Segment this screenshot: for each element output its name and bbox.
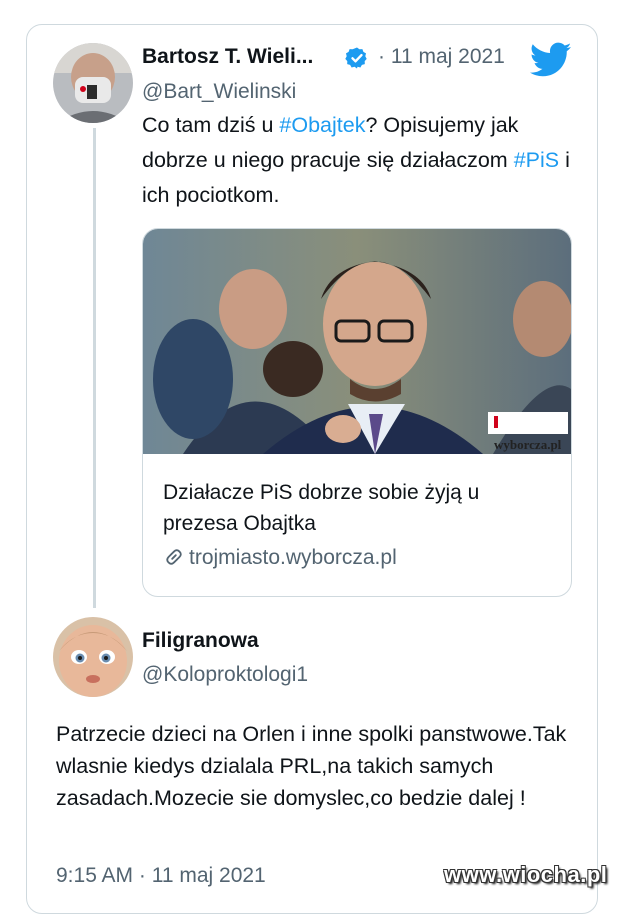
link-card-domain[interactable]: trojmiasto.wyborcza.pl <box>163 546 397 570</box>
site-watermark: www.wiocha.pl <box>444 862 608 887</box>
hashtag-obajtek[interactable]: #Obajtek <box>279 113 365 137</box>
author-handle[interactable]: @Bart_Wielinski <box>142 80 296 104</box>
reply-author-avatar[interactable] <box>53 617 133 697</box>
hashtag-pis[interactable]: #PiS <box>514 148 559 172</box>
reply-author-handle[interactable]: @Koloproktologi1 <box>142 663 308 687</box>
author-name[interactable]: Bartosz T. Wieli... <box>142 45 313 69</box>
image-source-label: wyborcza.pl <box>494 437 562 452</box>
link-icon <box>166 549 182 565</box>
author-avatar[interactable] <box>53 43 133 123</box>
thread-line <box>93 128 96 608</box>
link-card-title[interactable]: Działacze PiS dobrze sobie żyją u prezes… <box>163 477 543 539</box>
reply-author-name[interactable]: Filigranowa <box>142 629 259 653</box>
verified-badge-icon <box>345 47 367 69</box>
link-preview-card[interactable]: wyborcza.pl Działacze PiS dobrze sobie ż… <box>142 228 572 597</box>
link-domain-text: trojmiasto.wyborcza.pl <box>189 546 397 569</box>
reply-text: Patrzecie dzieci na Orlen i inne spolki … <box>56 722 567 810</box>
tweet-date[interactable]: · 11 maj 2021 <box>378 45 505 69</box>
reply-timestamp[interactable]: 9:15 AM · 11 maj 2021 <box>56 864 266 888</box>
tweet-text-segment: Co tam dziś u <box>142 113 280 137</box>
twitter-bird-icon[interactable] <box>530 42 572 78</box>
tweet-text: Co tam dziś u #Obajtek? Opisujemy jak do… <box>142 108 582 213</box>
image-source-badge: wyborcza.pl <box>488 412 568 452</box>
